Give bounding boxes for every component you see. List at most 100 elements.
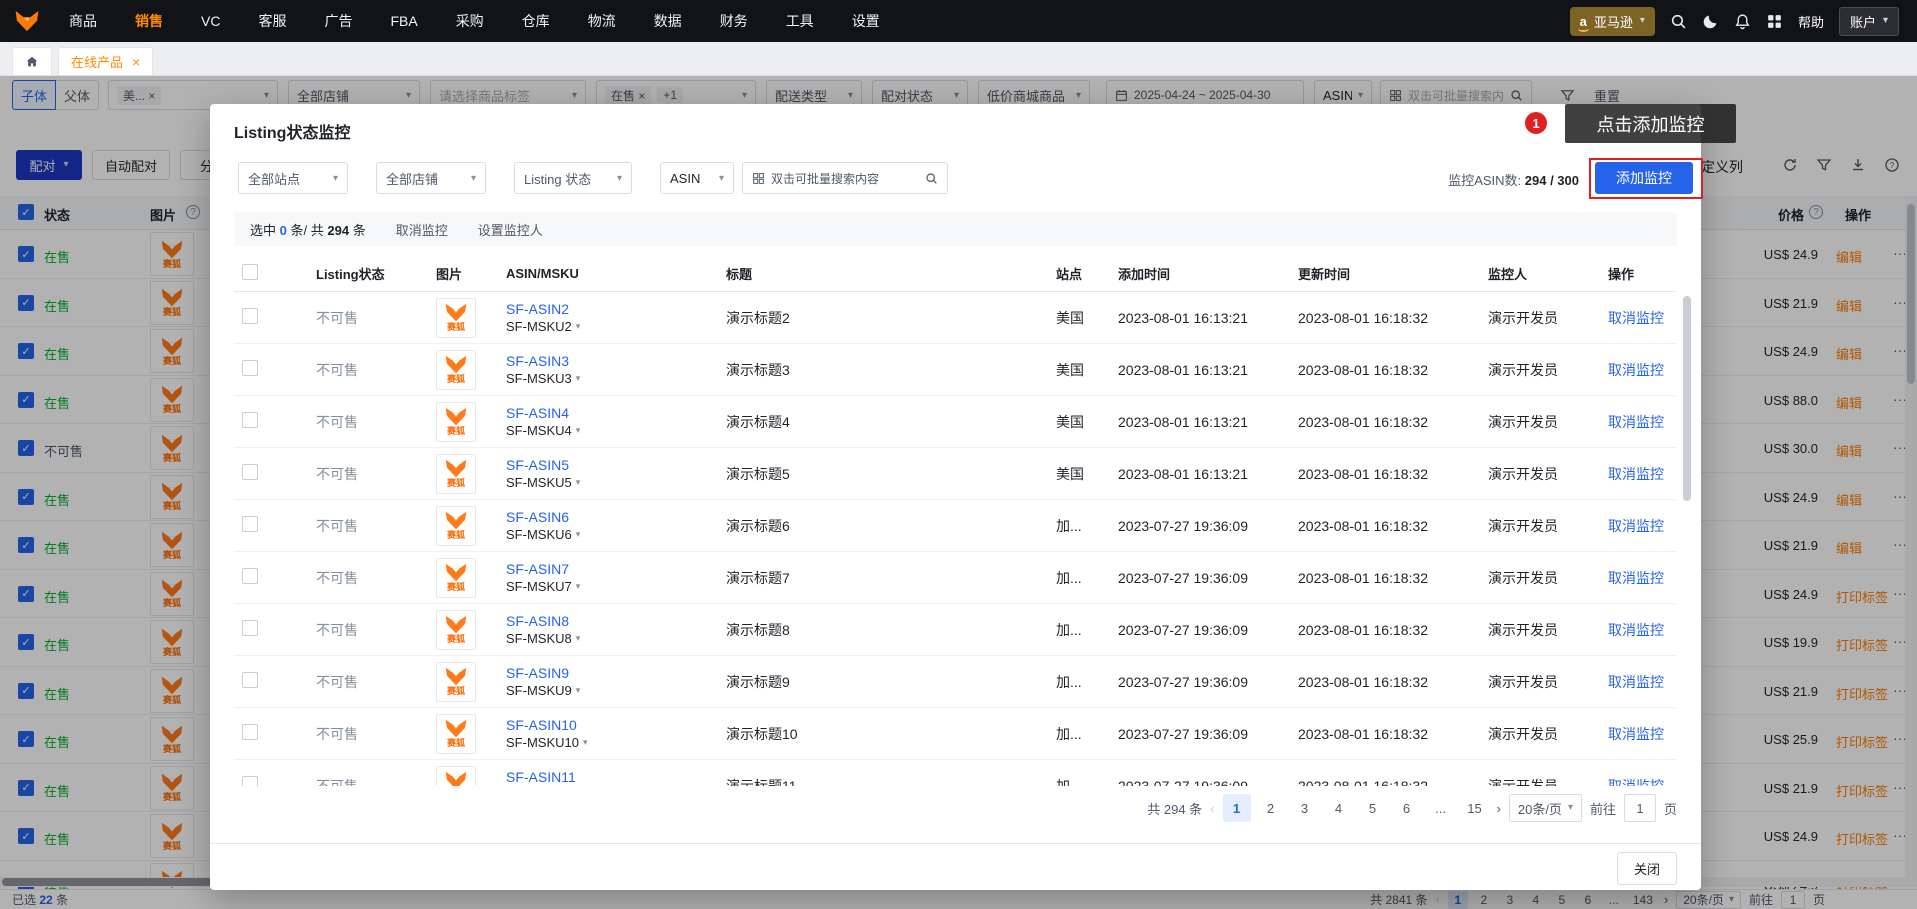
asin-link[interactable]: SF-ASIN7 [506,561,569,577]
asin-link[interactable]: SF-ASIN11 [506,769,576,785]
chevron-down-icon[interactable]: ▾ [576,581,581,592]
row-checkbox[interactable] [242,308,258,324]
nav-menu-item[interactable]: 数据 [635,0,701,42]
nav-menu-item[interactable]: FBA [371,0,436,42]
asin-link[interactable]: SF-ASIN6 [506,509,569,525]
batch-cancel-monitor-button[interactable]: 取消监控 [396,220,448,239]
close-modal-button[interactable]: 关闭 [1616,852,1677,885]
page-size-select[interactable]: 20条/页 ▾ [1508,794,1582,822]
page-number[interactable]: 6 [1392,794,1421,822]
site-select[interactable]: 全部站点 ▾ [238,162,348,194]
col-site: 站点 [1056,267,1083,282]
nav-menu-item[interactable]: 采购 [437,0,503,42]
row-checkbox[interactable] [242,412,258,428]
nav-menu-item[interactable]: 财务 [701,0,767,42]
page-number[interactable]: 5 [1358,794,1387,822]
chevron-down-icon[interactable]: ▾ [576,321,581,332]
monitor-table-header: Listing状态 图片 ASIN/MSKU 标题 站点 添加时间 更新时间 监… [234,256,1676,292]
page-number[interactable]: 3 [1290,794,1319,822]
product-title: 演示标题7 [726,569,790,586]
page-number[interactable]: 15 [1460,794,1489,822]
asin-link[interactable]: SF-ASIN5 [506,457,569,473]
cancel-monitor-link[interactable]: 取消监控 [1608,724,1664,744]
msku-value: SF-MSKU5 [506,475,572,490]
batch-set-monitor-user-button[interactable]: 设置监控人 [478,220,543,239]
updated-time: 2023-08-01 16:18:32 [1298,621,1428,638]
notification-bell-icon[interactable] [1734,13,1751,30]
nav-menu-item[interactable]: VC [182,0,239,42]
search-type-select[interactable]: ASIN ▾ [660,162,734,194]
account-button[interactable]: 账户 ▾ [1838,6,1899,36]
nav-menu-item[interactable]: 销售 [116,0,182,42]
home-tab[interactable] [12,47,52,75]
help-link[interactable]: 帮助 [1798,12,1824,31]
cancel-monitor-link[interactable]: 取消监控 [1608,672,1664,692]
nav-menu-item[interactable]: 客服 [239,0,305,42]
cancel-monitor-link[interactable]: 取消监控 [1608,516,1664,536]
row-checkbox[interactable] [242,516,258,532]
tab-label: 在线产品 [71,55,124,70]
updated-time: 2023-08-01 16:18:32 [1298,413,1428,430]
apps-grid-icon[interactable] [1766,13,1783,30]
page-number[interactable]: 4 [1324,794,1353,822]
batch-search-input[interactable]: 双击可批量搜索内容 [742,162,948,194]
row-checkbox[interactable] [242,464,258,480]
nav-menu-item[interactable]: 广告 [305,0,371,42]
nav-menu-item[interactable]: 仓库 [503,0,569,42]
search-icon[interactable] [925,172,938,185]
shop-select[interactable]: 全部店铺 ▾ [376,162,486,194]
nav-menu-item[interactable]: 物流 [569,0,635,42]
next-page-icon[interactable]: › [1497,801,1501,816]
listing-status-value: 不可售 [316,413,358,430]
home-icon [26,56,38,66]
tab-online-products[interactable]: 在线产品 × [58,47,154,75]
site-value: 加... [1056,621,1082,638]
row-checkbox[interactable] [242,620,258,636]
cancel-monitor-link[interactable]: 取消监控 [1608,360,1664,380]
asin-link[interactable]: SF-ASIN3 [506,353,569,369]
chevron-down-icon[interactable]: ▾ [576,477,581,488]
add-monitor-button[interactable]: 添加监控 [1595,162,1693,194]
chevron-down-icon[interactable]: ▾ [583,737,588,748]
cancel-monitor-link[interactable]: 取消监控 [1608,776,1664,787]
cancel-monitor-link[interactable]: 取消监控 [1608,464,1664,484]
prev-page-icon[interactable]: ‹ [1210,801,1214,816]
asin-link[interactable]: SF-ASIN9 [506,665,569,681]
page-number[interactable]: 1 [1222,794,1251,822]
listing-status-select[interactable]: Listing 状态 ▾ [514,162,632,194]
search-icon[interactable] [1670,13,1687,30]
close-icon[interactable]: × [132,55,140,69]
theme-moon-icon[interactable] [1702,13,1719,30]
row-checkbox[interactable] [242,568,258,584]
modal-table-scrollbar[interactable] [1683,294,1691,782]
msku-value: SF-MSKU2 [506,319,572,334]
select-all-checkbox[interactable] [242,264,258,280]
marketplace-switch-button[interactable]: a 亚马逊 ▾ [1569,6,1655,36]
asin-link[interactable]: SF-ASIN2 [506,301,569,317]
page-number[interactable]: ... [1426,794,1455,822]
cancel-monitor-link[interactable]: 取消监控 [1608,568,1664,588]
nav-menu-item[interactable]: 工具 [767,0,833,42]
row-checkbox[interactable] [242,724,258,740]
page-number[interactable]: 2 [1256,794,1285,822]
chevron-down-icon[interactable]: ▾ [576,529,581,540]
updated-time: 2023-08-01 16:18:32 [1298,465,1428,482]
row-checkbox[interactable] [242,360,258,376]
chevron-down-icon: ▾ [332,172,338,184]
scrollbar-thumb[interactable] [1683,296,1691,501]
row-checkbox[interactable] [242,672,258,688]
chevron-down-icon[interactable]: ▾ [576,425,581,436]
cancel-monitor-link[interactable]: 取消监控 [1608,308,1664,328]
asin-link[interactable]: SF-ASIN4 [506,405,569,421]
row-checkbox[interactable] [242,776,258,786]
cancel-monitor-link[interactable]: 取消监控 [1608,412,1664,432]
chevron-down-icon[interactable]: ▾ [576,373,581,384]
goto-page-input[interactable]: 1 [1623,794,1656,822]
chevron-down-icon[interactable]: ▾ [576,685,581,696]
asin-link[interactable]: SF-ASIN10 [506,717,577,733]
cancel-monitor-link[interactable]: 取消监控 [1608,620,1664,640]
asin-link[interactable]: SF-ASIN8 [506,613,569,629]
chevron-down-icon[interactable]: ▾ [576,633,581,644]
nav-menu-item[interactable]: 商品 [50,0,116,42]
nav-menu-item[interactable]: 设置 [833,0,899,42]
